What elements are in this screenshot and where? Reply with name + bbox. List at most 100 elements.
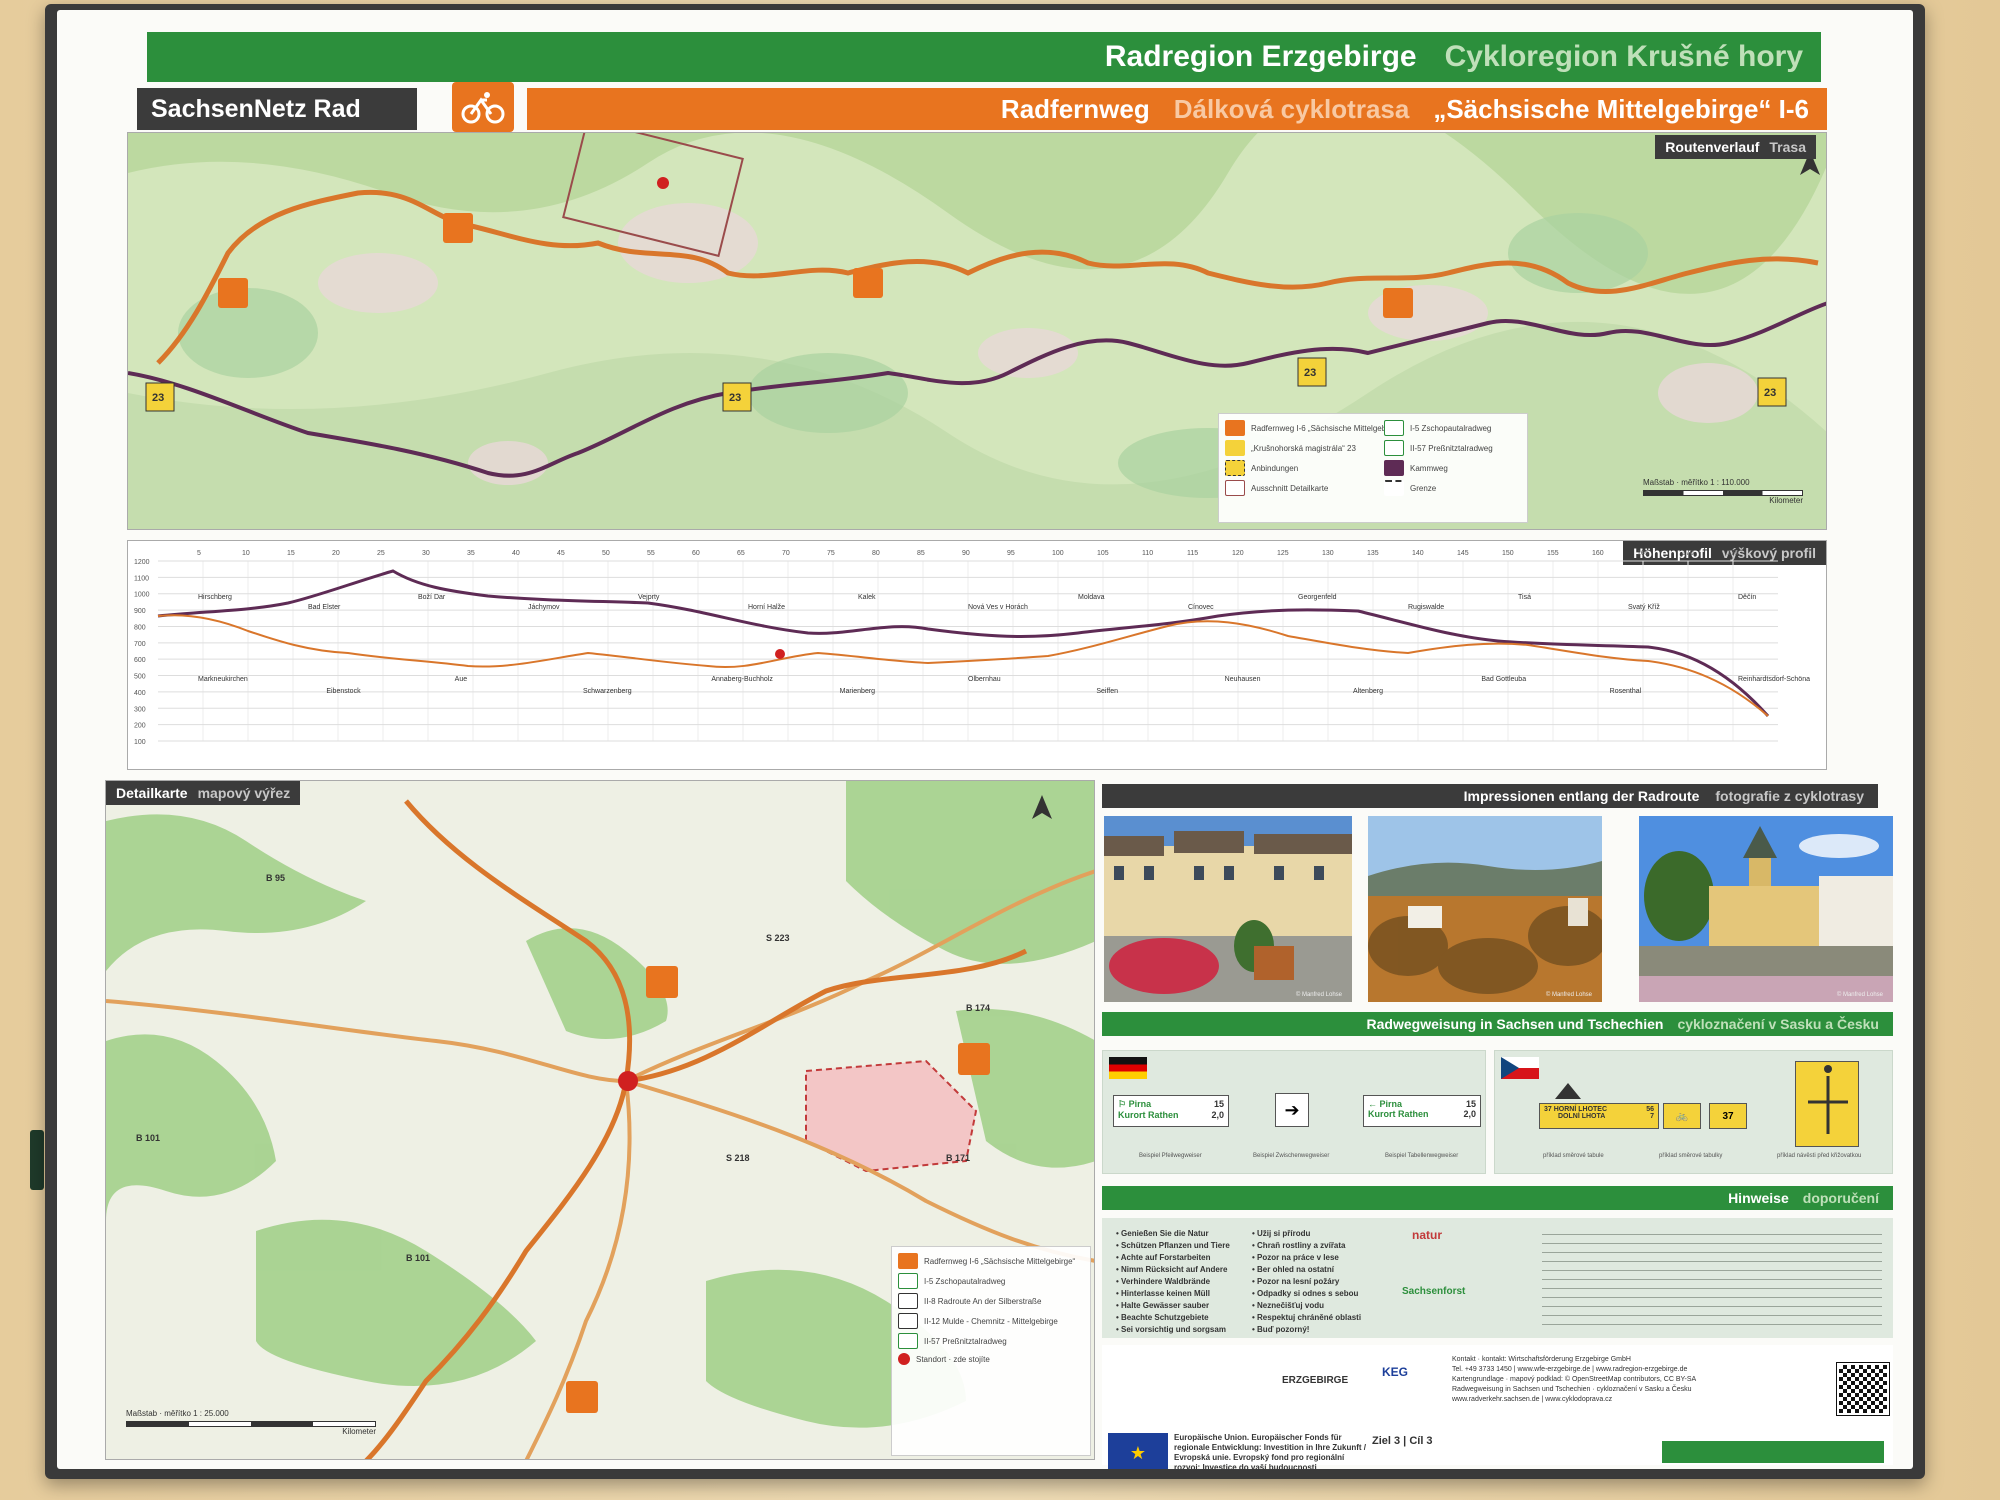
hint-item: • Beachte Schutzgebiete xyxy=(1116,1313,1209,1322)
profile-place-label: Georgenfeld xyxy=(1298,594,1337,601)
contact-block: Kontakt · kontakt: Wirtschaftsförderung … xyxy=(1452,1355,1752,1405)
route-cz: Dálková cyklotrasa xyxy=(1173,93,1410,124)
detail-map-tag: Detailkarte mapový výřez xyxy=(106,781,301,805)
route-sign-number: 23 xyxy=(729,392,741,404)
x-tick-label: 90 xyxy=(962,550,970,557)
x-tick-label: 160 xyxy=(1592,550,1604,557)
arrow-right-icon: ➔ xyxy=(1275,1093,1309,1127)
hint-item: • Nimm Rücksicht auf Andere xyxy=(1116,1265,1228,1274)
x-tick-label: 35 xyxy=(467,550,475,557)
x-tick-label: 20 xyxy=(332,550,340,557)
x-tick-label: 15 xyxy=(287,550,295,557)
partner-natur: natur xyxy=(1412,1228,1442,1242)
x-tick-label: 50 xyxy=(602,550,610,557)
route-sign-number: 23 xyxy=(1764,387,1776,399)
profile-place-label: Markneukirchen xyxy=(198,676,248,683)
legend-item: I-5 Zschopautalradweg xyxy=(924,1276,1006,1286)
y-tick-label: 400 xyxy=(134,690,146,697)
road-label: S 223 xyxy=(766,933,790,943)
sign-number: 15 xyxy=(1465,1099,1476,1109)
eu-funding-text: Europäische Union. Europäischer Fonds fü… xyxy=(1174,1433,1367,1469)
partner-sachsenforst: Sachsenforst xyxy=(1402,1286,1466,1297)
x-tick-label: 120 xyxy=(1232,550,1244,557)
signs-tag-cz: cykloznačení v Sasku a Česku xyxy=(1677,1016,1879,1032)
detail-map-tag-de: Detailkarte xyxy=(116,785,188,801)
x-tick-label: 25 xyxy=(377,550,385,557)
y-tick-label: 200 xyxy=(134,723,146,730)
bicycle-icon: 🚲 xyxy=(1663,1103,1701,1129)
legend-item: Ausschnitt Detailkarte xyxy=(1251,483,1329,493)
sign-route-number: 37 xyxy=(1544,1106,1552,1113)
y-tick-label: 700 xyxy=(134,641,146,648)
route-sign-number: 23 xyxy=(152,392,164,404)
x-tick-label: 110 xyxy=(1142,550,1153,557)
road-label: B 174 xyxy=(966,1003,990,1013)
x-tick-label: 100 xyxy=(1052,550,1064,557)
sign-caption: Beispiel Pfeilwegweiser xyxy=(1139,1153,1202,1159)
hint-item: • Ber ohled na ostatní xyxy=(1252,1265,1334,1274)
detail-map-scale-unit: Kilometer xyxy=(342,1427,376,1436)
x-tick-label: 125 xyxy=(1277,550,1289,557)
x-tick-label: 115 xyxy=(1187,550,1198,557)
x-tick-label: 145 xyxy=(1457,550,1469,557)
photo-town-square: © Manfred Lohse xyxy=(1104,816,1352,1002)
x-tick-label: 80 xyxy=(872,550,880,557)
profile-place-label: Boží Dar xyxy=(418,594,446,601)
sign-place: Kurort Rathen xyxy=(1368,1109,1429,1119)
road-label: B 101 xyxy=(406,1253,430,1263)
x-tick-label: 130 xyxy=(1322,550,1334,557)
sign-box-germany: ⚐ Pirna 15 Kurort Rathen 2,0 ➔ ← Pirna 1… xyxy=(1102,1050,1486,1174)
road-label: B 95 xyxy=(266,873,285,883)
signs-tag-de: Radwegweisung in Sachsen und Tschechien xyxy=(1366,1016,1664,1032)
profile-place-label: Reinhardtsdorf-Schöna xyxy=(1738,676,1810,683)
sign-place: Kurort Rathen xyxy=(1118,1110,1179,1120)
profile-place-label: Seiffen xyxy=(1096,688,1118,695)
profile-place-label: Moldava xyxy=(1078,594,1105,601)
legend-item: II-57 Preßnitztalradweg xyxy=(1410,443,1493,453)
title-de: Radregion Erzgebirge xyxy=(1104,40,1417,73)
x-tick-label: 140 xyxy=(1412,550,1424,557)
x-tick-label: 135 xyxy=(1367,550,1379,557)
profile-place-label: Annaberg-Buchholz xyxy=(711,676,773,683)
sign-caption: příklad směrové tabule xyxy=(1543,1153,1604,1159)
profile-place-label: Rosenthal xyxy=(1610,688,1642,695)
hint-item: • Respektuj chráněné oblasti xyxy=(1252,1313,1362,1322)
hint-item: • Sei vorsichtig und sorgsam xyxy=(1116,1325,1226,1334)
profile-place-label: Marienberg xyxy=(840,688,876,695)
qr-code[interactable] xyxy=(1836,1362,1890,1416)
detail-map-legend: Radfernweg I-6 „Sächsische Mittelgebirge… xyxy=(891,1246,1091,1456)
sign-number: 15 xyxy=(1213,1099,1224,1109)
profile-place-label: Aue xyxy=(455,676,468,683)
hints-tag-de: Hinweise xyxy=(1728,1190,1789,1206)
elevation-profile: Höhenprofil výškový profil 175 170 165 160 1… xyxy=(127,540,1827,770)
route-map-legend: Radfernweg I-6 „Sächsische Mittelgebirge… xyxy=(1218,413,1528,523)
eu-flag-icon: ★ xyxy=(1108,1433,1168,1469)
x-tick-label: 30 xyxy=(422,550,430,557)
hints-text-block xyxy=(1542,1226,1882,1330)
profile-place-label: Eibenstock xyxy=(326,688,361,695)
sign-number: 56 xyxy=(1646,1106,1654,1113)
sign-caption: Beispiel Tabellenwegweiser xyxy=(1385,1153,1459,1159)
header-orange-bar: Radfernweg Dálková cyklotrasa „Sächsisch… xyxy=(527,88,1827,130)
x-tick-label: 45 xyxy=(557,550,565,557)
info-board: Radregion Erzgebirge Cykloregion Krušné … xyxy=(45,4,1925,1479)
route-name: „Sächsische Mittelgebirge“ I-6 xyxy=(1433,93,1809,124)
route-overview-map[interactable]: 23 23 23 23 Routenverlauf Trasa Radfernw… xyxy=(127,132,1827,530)
sign-caption: příklad návěsti před křižovatkou xyxy=(1777,1153,1862,1159)
profile-place-label: Jáchymov xyxy=(528,604,560,611)
profile-place-label: Hirschberg xyxy=(198,594,232,601)
hint-item: • Achte auf Forstarbeiten xyxy=(1116,1253,1211,1262)
germany-flag-icon xyxy=(1109,1057,1147,1079)
legend-item: Anbindungen xyxy=(1251,463,1299,473)
hint-item: • Pozor na lesní požáry xyxy=(1252,1277,1340,1286)
route-map-tag: Routenverlauf Trasa xyxy=(1655,135,1816,159)
y-tick-label: 1200 xyxy=(134,559,150,566)
x-tick-label: 70 xyxy=(782,550,790,557)
route-map-drawing: 23 23 23 23 xyxy=(128,133,1826,529)
sign-tabellenwegweiser: ← Pirna 15 Kurort Rathen 2,0 xyxy=(1363,1095,1481,1127)
detail-map[interactable]: B 95 B 101 B 174 B 171 S 218 B 101 S 223… xyxy=(105,780,1095,1460)
hint-item: • Neznečišťuj vodu xyxy=(1252,1301,1324,1310)
hint-item: • Buď pozorný! xyxy=(1252,1325,1310,1334)
profile-place-label: Vejprty xyxy=(638,594,660,601)
y-tick-label: 1000 xyxy=(134,592,150,599)
